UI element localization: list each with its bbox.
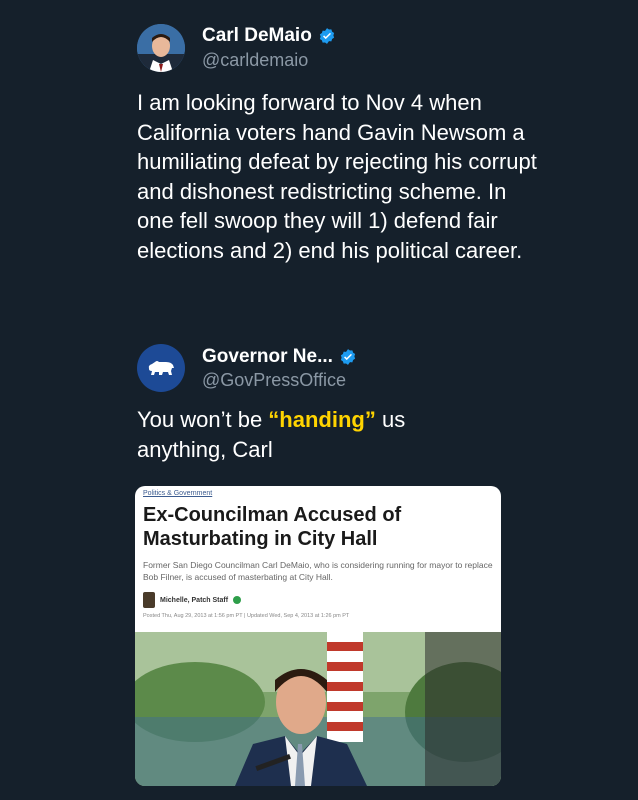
screenshot-frame: Carl DeMaio @carldemaio I am looking for… — [0, 0, 638, 800]
author-name-text[interactable]: Carl DeMaio — [202, 25, 312, 47]
author-handle[interactable]: @GovPressOffice — [202, 370, 346, 391]
article-author: Michelle, Patch Staff — [143, 592, 242, 608]
reply-text-part: You won’t be — [137, 407, 269, 432]
avatar[interactable] — [137, 24, 185, 72]
verified-badge-icon — [340, 349, 356, 365]
article-headline[interactable]: Ex-Councilman Accused of Masturbating in… — [143, 503, 493, 551]
author-name[interactable]: Governor Ne... — [202, 346, 357, 368]
tweet-text: I am looking forward to Nov 4 when Calif… — [137, 90, 537, 263]
author-avatar — [143, 592, 155, 608]
article-summary: Former San Diego Councilman Carl DeMaio,… — [143, 560, 493, 582]
author-handle[interactable]: @carldemaio — [202, 50, 308, 71]
highlighted-word: “handing” — [268, 407, 376, 432]
avatar[interactable] — [137, 344, 185, 392]
article-dateline: Posted Thu, Aug 29, 2013 at 1:56 pm PT |… — [143, 613, 350, 619]
verified-badge-icon — [319, 28, 334, 44]
article-card[interactable]: Politics & Government Ex-Councilman Accu… — [135, 486, 501, 786]
author-name[interactable]: Carl DeMaio — [202, 25, 336, 47]
california-bear-icon — [148, 361, 174, 375]
article-category[interactable]: Politics & Government — [143, 490, 212, 497]
article-author-name: Michelle, Patch Staff — [160, 596, 229, 604]
check-icon — [233, 596, 242, 604]
article-photo — [135, 632, 501, 786]
author-name-text[interactable]: Governor Ne... — [202, 346, 333, 368]
reply-text: You won’t be “handing” us anything, Carl — [137, 405, 477, 464]
